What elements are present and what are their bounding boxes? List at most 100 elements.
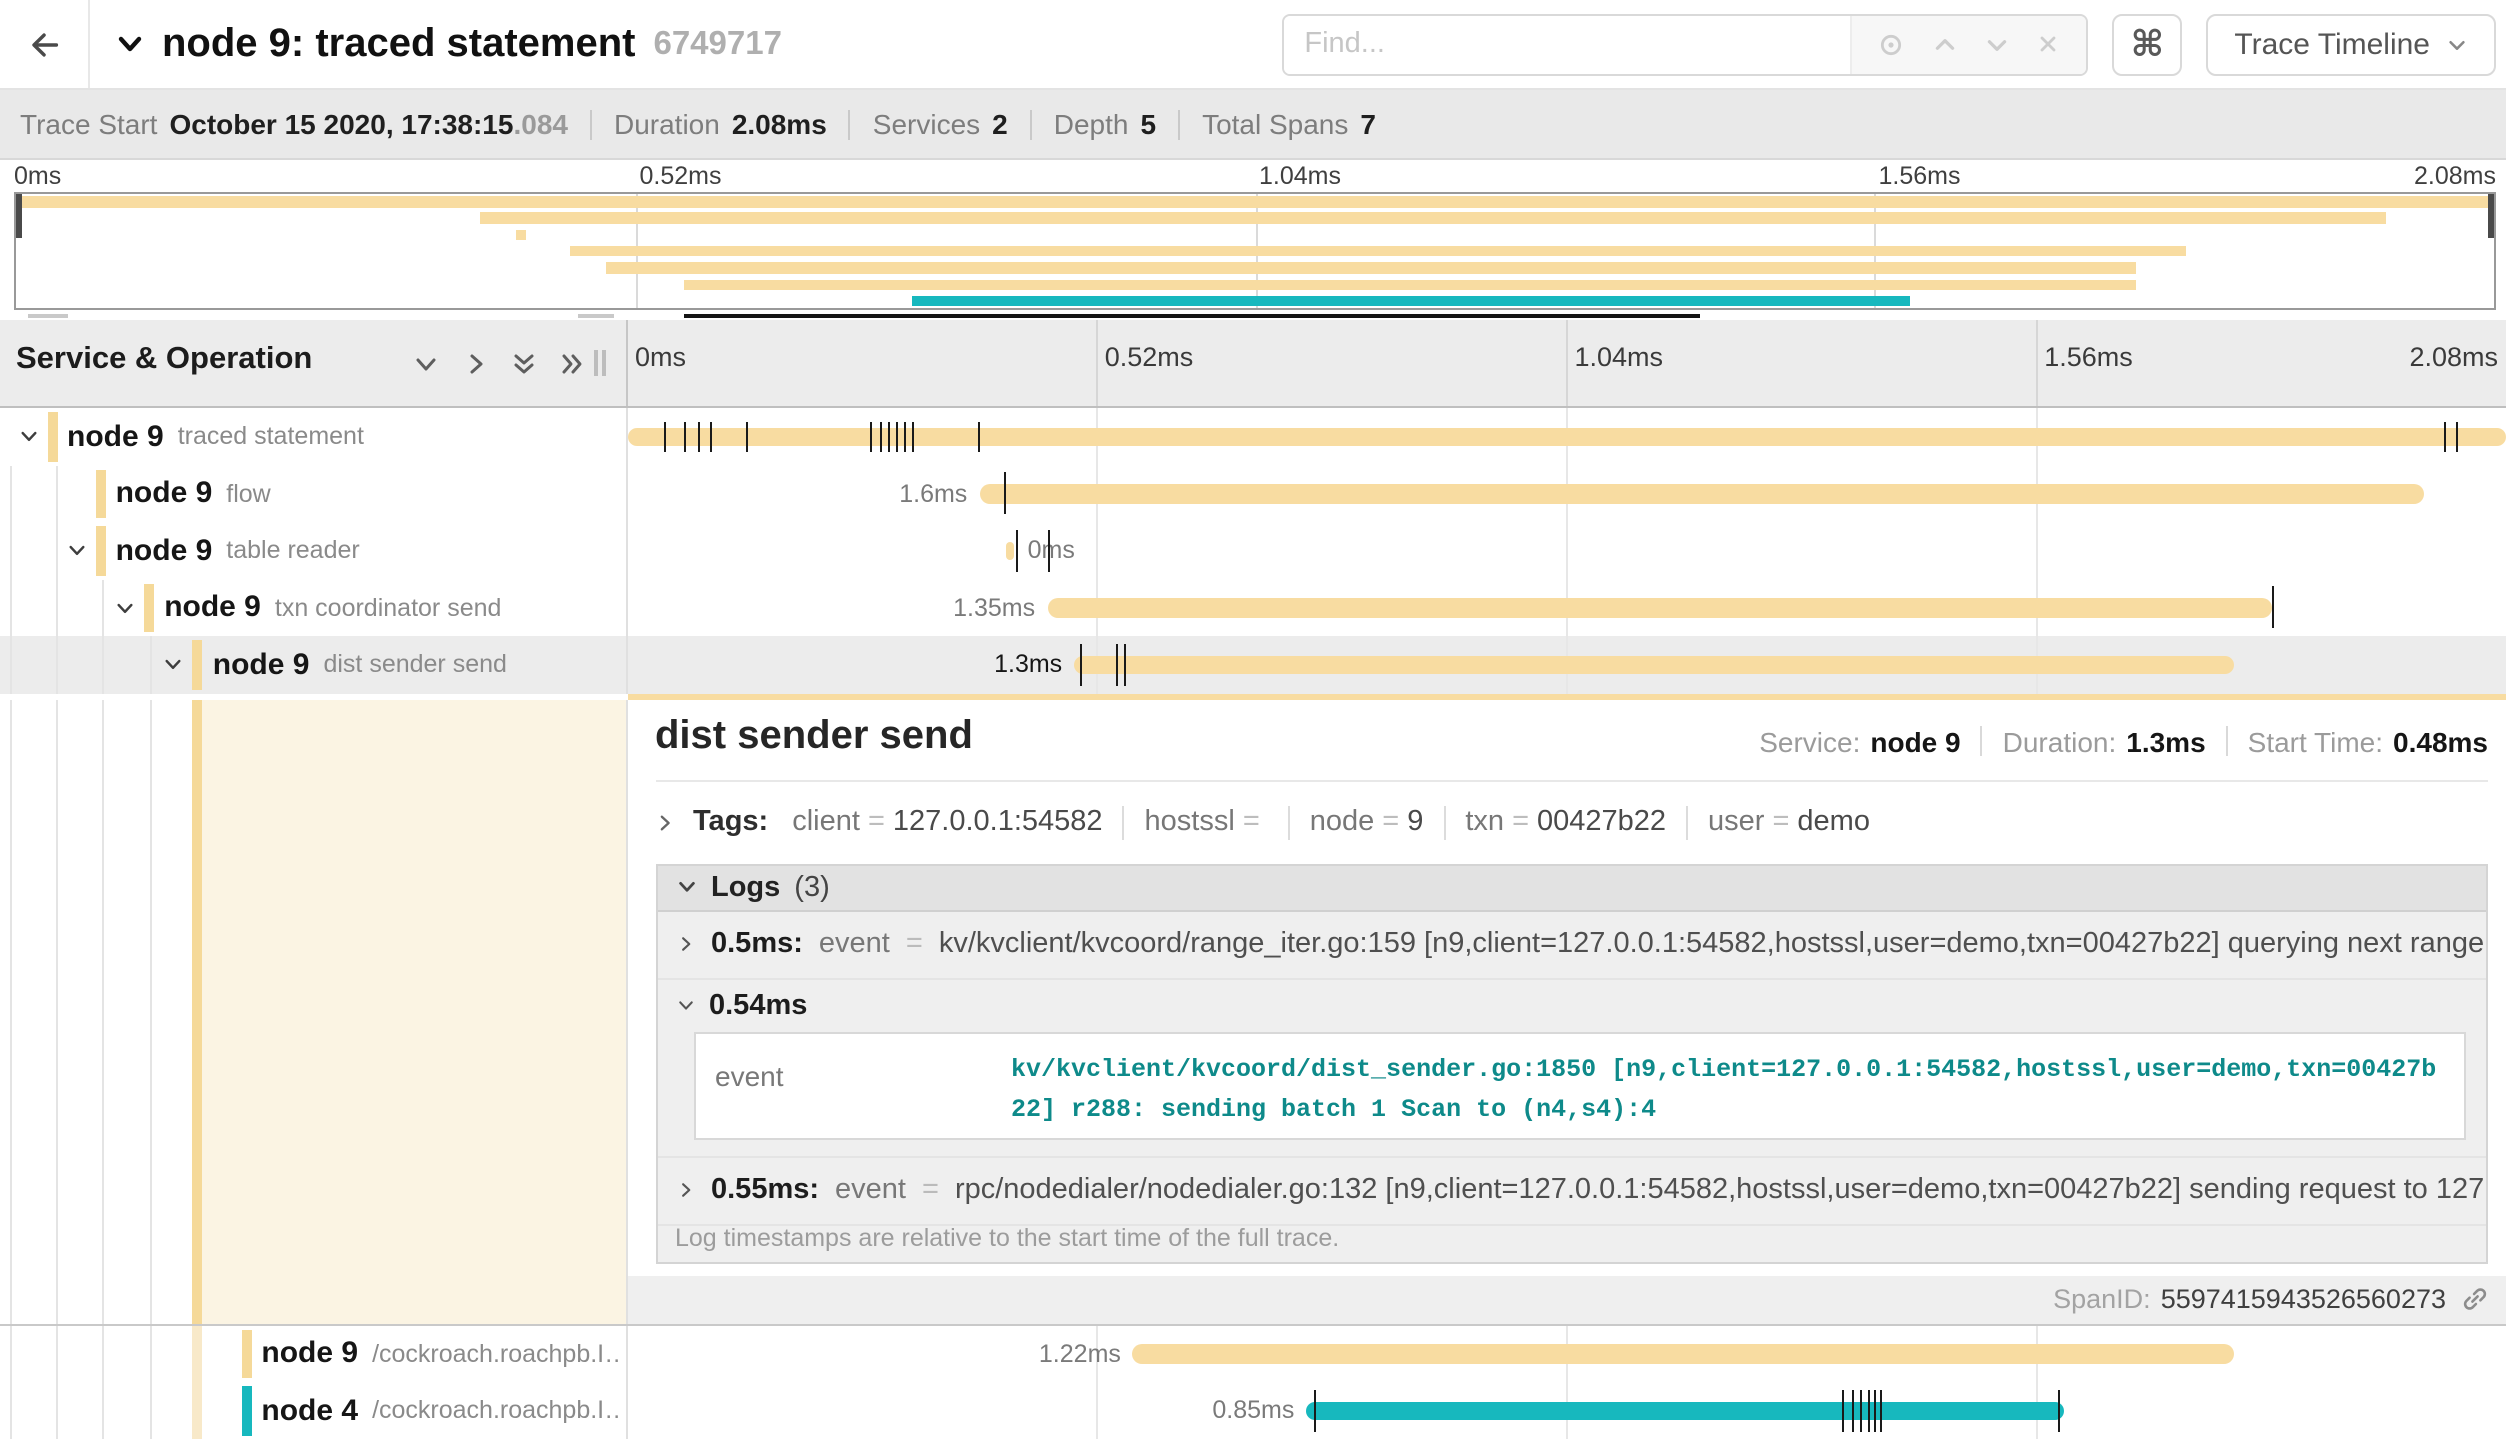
log-entry[interactable]: 0.5ms:event=kv/kvclient/kvcoord/range_it…: [657, 911, 2486, 979]
tree-chevron-icon[interactable]: [17, 426, 39, 448]
summary-separator: [849, 109, 851, 139]
tags-accordion[interactable]: Tags:client=127.0.0.1:54582hostssl=node=…: [653, 797, 2488, 847]
tag-equals: =: [1382, 806, 1399, 838]
event-tick: [1016, 530, 1018, 572]
service-name: node 9: [164, 591, 261, 625]
minimap-scrollbar-thumb[interactable]: [683, 313, 1699, 318]
span-row-tree-cell[interactable]: node 4/cockroach.roachpb.I…: [0, 1382, 627, 1439]
log-equals: =: [922, 1174, 939, 1206]
service-name: node 9: [261, 1337, 358, 1371]
tree-chevron-icon[interactable]: [114, 597, 136, 619]
log-field-value: rpc/nodedialer/nodedialer.go:132 [n9,cli…: [955, 1174, 2486, 1206]
minimap-right-scrubber-handle[interactable]: [2488, 193, 2494, 237]
find-next-icon[interactable]: [1984, 31, 2010, 57]
minimap-left-scrubber-handle[interactable]: [16, 193, 22, 237]
span-row-tree-cell[interactable]: node 9/cockroach.roachpb.I…: [0, 1325, 627, 1382]
find-input[interactable]: [1284, 15, 1850, 73]
span-color-bar: [193, 640, 203, 689]
span-row-timeline-cell[interactable]: 1.22ms: [627, 1325, 2506, 1382]
expand-all-icon[interactable]: [558, 350, 586, 378]
back-button[interactable]: [0, 0, 90, 88]
tree-indent-guide: [150, 1382, 152, 1439]
span-row[interactable]: node 9txn coordinator send1.35ms: [0, 579, 2506, 636]
event-tick: [683, 422, 685, 452]
span-row-timeline-cell[interactable]: [627, 408, 2506, 465]
span-row-tree-cell[interactable]: node 9table reader: [0, 522, 627, 579]
span-row-timeline-cell[interactable]: 1.35ms: [627, 579, 2506, 636]
collapse-one-icon[interactable]: [412, 350, 440, 378]
span-bar[interactable]: [1133, 1344, 2235, 1363]
clear-find-icon[interactable]: [2036, 32, 2060, 56]
event-tick: [1005, 473, 1007, 515]
minimap-canvas[interactable]: [14, 191, 2496, 309]
keyboard-shortcuts-button[interactable]: ⌘: [2112, 13, 2182, 75]
tree-chevron-icon[interactable]: [163, 654, 185, 676]
tree-indent-guide: [55, 636, 57, 693]
span-bar[interactable]: [1006, 541, 1014, 560]
span-row[interactable]: node 9traced statement: [0, 408, 2506, 465]
tree-chevron-icon[interactable]: [66, 540, 88, 562]
summary-value-duration: 2.08ms: [732, 108, 827, 140]
span-row[interactable]: node 9flow1.6ms: [0, 465, 2506, 522]
span-row-tree-cell[interactable]: node 9dist sender send: [0, 636, 627, 693]
span-row-timeline-cell[interactable]: 1.6ms: [627, 465, 2506, 522]
chevron-down-icon: [675, 995, 695, 1015]
meta-value: 0.48ms: [2393, 725, 2488, 757]
tree-indent-guide: [102, 579, 104, 636]
find-prev-icon[interactable]: [1931, 31, 1957, 57]
operation-name: /cockroach.roachpb.I…: [372, 1340, 621, 1368]
logs-header[interactable]: Logs (3): [657, 865, 2486, 911]
event-tick: [697, 422, 699, 452]
span-bar[interactable]: [979, 484, 2424, 503]
span-row[interactable]: node 9dist sender send1.3ms: [0, 636, 2506, 693]
summary-value-depth: 5: [1140, 108, 1156, 140]
event-tick: [1874, 1390, 1876, 1432]
find-box: [1282, 13, 2088, 75]
tag-separator: [1443, 805, 1445, 839]
locate-icon[interactable]: [1879, 31, 1905, 57]
span-row[interactable]: node 9/cockroach.roachpb.I…1.22ms: [0, 1325, 2506, 1382]
span-row-timeline-cell[interactable]: 0.85ms: [627, 1382, 2506, 1439]
link-icon[interactable]: [2462, 1286, 2488, 1312]
span-row-tree-cell[interactable]: node 9traced statement: [0, 408, 627, 465]
span-id-label: SpanID:: [2053, 1284, 2151, 1314]
span-row-tree-cell[interactable]: node 9flow: [0, 465, 627, 522]
parent-color-guide: [193, 1382, 203, 1439]
span-detail-row: dist sender send Service:node 9Duration:…: [0, 699, 2506, 1325]
ruler-separator: [2036, 320, 2038, 406]
collapse-trace-chevron-icon[interactable]: [116, 30, 144, 58]
collapse-all-icon[interactable]: [510, 350, 538, 378]
span-detail-title: dist sender send: [655, 713, 973, 759]
trace-title: node 9: traced statement 6749717: [116, 21, 782, 67]
operation-name: dist sender send: [323, 651, 506, 679]
tree-indent-guide: [9, 579, 11, 636]
span-bar[interactable]: [1074, 655, 2235, 674]
span-row-timeline-cell[interactable]: 0ms: [627, 522, 2506, 579]
span-row-name: node 9flow: [116, 465, 621, 522]
span-row[interactable]: node 4/cockroach.roachpb.I…0.85ms: [0, 1382, 2506, 1439]
span-bar[interactable]: [1306, 1401, 2063, 1420]
span-bar[interactable]: [627, 427, 2506, 446]
span-color-bar: [96, 526, 106, 575]
span-row-tree-cell[interactable]: node 9txn coordinator send: [0, 579, 627, 636]
trace-view-type-button[interactable]: Trace Timeline: [2206, 13, 2496, 75]
chevron-right-icon: [675, 1180, 695, 1200]
trace-summary-bar: Trace StartOctober 15 2020, 17:38:15.084…: [0, 90, 2506, 160]
selected-span-color-bar: [193, 699, 203, 1323]
meta-value: node 9: [1870, 725, 1960, 757]
service-name: node 4: [261, 1394, 358, 1428]
chevron-down-icon: [2446, 33, 2468, 55]
log-field-value: kv/kvclient/kvcoord/dist_sender.go:1850 …: [1011, 1049, 2444, 1121]
operation-name: /cockroach.roachpb.I…: [372, 1397, 621, 1425]
summary-label-services: Services: [873, 108, 980, 140]
event-tick: [871, 422, 873, 452]
column-resizer-grip[interactable]: [593, 350, 605, 376]
ruler-tick-label: 0.52ms: [1105, 342, 1194, 372]
span-row[interactable]: node 9table reader0ms: [0, 522, 2506, 579]
log-entry-header[interactable]: 0.54ms: [657, 979, 2486, 1031]
summary-separator: [1178, 109, 1180, 139]
expand-one-icon[interactable]: [462, 350, 490, 378]
ruler-tick-label: 1.04ms: [1575, 342, 1664, 372]
span-bar[interactable]: [1047, 598, 2273, 617]
span-row-timeline-cell[interactable]: 1.3ms: [627, 636, 2506, 693]
